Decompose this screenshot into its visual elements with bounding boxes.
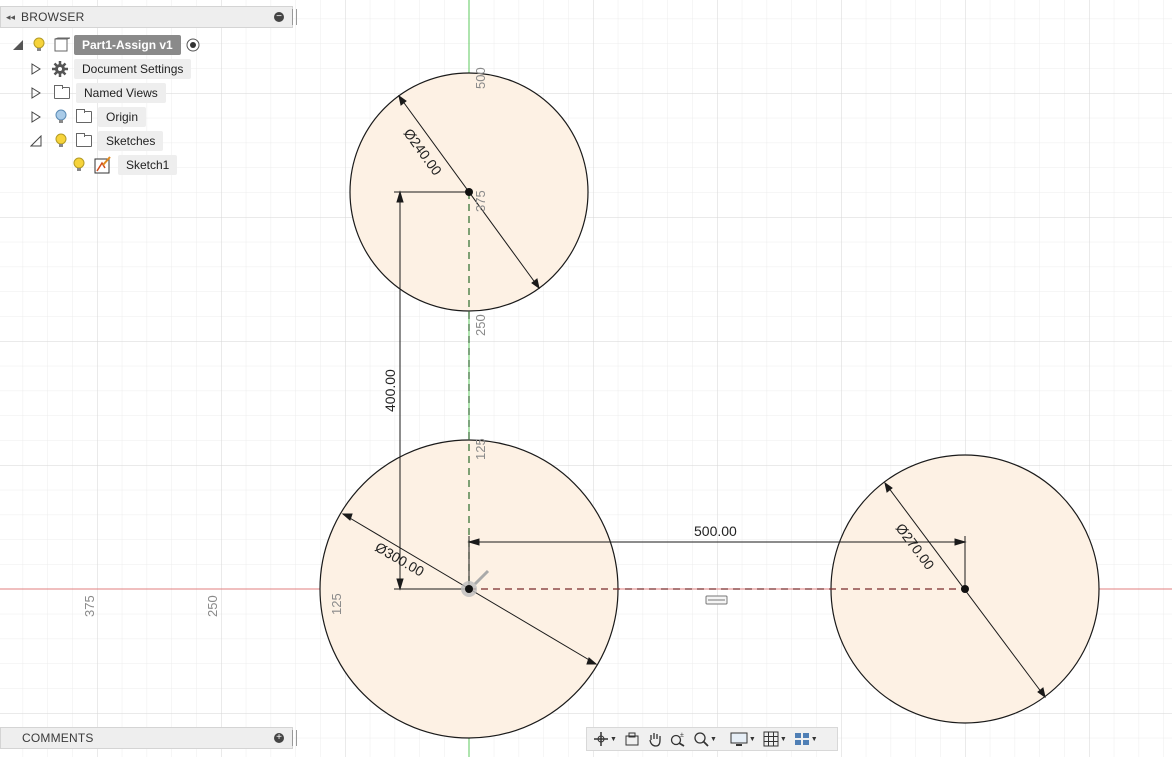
center-point-top[interactable] bbox=[465, 188, 473, 196]
axis-tick-label: 125 bbox=[329, 593, 344, 615]
collapse-browser-icon[interactable]: ◂◂ bbox=[6, 12, 15, 23]
gear-icon bbox=[52, 61, 68, 77]
dropdown-caret-icon[interactable]: ▼ bbox=[780, 736, 787, 743]
tree-item-sketches[interactable]: Sketches bbox=[30, 130, 164, 152]
comments-header: COMMENTS + bbox=[0, 727, 297, 749]
browser-title: BROWSER bbox=[21, 10, 85, 24]
pan-hand-icon bbox=[649, 733, 661, 747]
browser-panel: ◂◂ BROWSER − Part1-Assign v1 Document Se… bbox=[0, 6, 297, 180]
tree-item-named-views[interactable]: Named Views bbox=[30, 82, 166, 104]
folder-icon bbox=[76, 133, 92, 147]
tree-item-label[interactable]: Sketch1 bbox=[118, 155, 178, 175]
center-point-right[interactable] bbox=[961, 585, 969, 593]
dropdown-caret-icon[interactable]: ▼ bbox=[610, 736, 617, 743]
sketch-icon bbox=[94, 156, 111, 174]
dropdown-caret-icon[interactable]: ▼ bbox=[811, 736, 818, 743]
panel-grip-icon[interactable] bbox=[292, 9, 297, 25]
activate-radio-icon[interactable] bbox=[185, 37, 201, 53]
pan-button[interactable] bbox=[647, 731, 663, 747]
expand-triangle-icon[interactable] bbox=[30, 111, 42, 123]
tree-item-document-settings[interactable]: Document Settings bbox=[30, 58, 192, 80]
visibility-bulb-icon[interactable] bbox=[32, 37, 46, 53]
visibility-bulb-off-icon[interactable] bbox=[54, 109, 68, 125]
zoom-icon: ± bbox=[670, 732, 685, 747]
tree-item-origin[interactable]: Origin bbox=[30, 106, 147, 128]
tree-root[interactable]: Part1-Assign v1 bbox=[12, 34, 201, 56]
look-at-button[interactable] bbox=[624, 731, 640, 747]
expand-triangle-icon[interactable] bbox=[30, 87, 42, 99]
tree-item-label[interactable]: Sketches bbox=[98, 131, 164, 151]
zoom-button[interactable]: ± bbox=[670, 731, 686, 747]
expand-triangle-icon[interactable] bbox=[12, 39, 24, 51]
axis-tick-label: 500 bbox=[473, 67, 488, 89]
fit-button[interactable]: ▼ bbox=[693, 731, 717, 747]
dim-label-horizontal[interactable]: 500.00 bbox=[694, 523, 737, 539]
horizontal-constraint-icon[interactable] bbox=[705, 595, 728, 605]
axis-tick-label: 250 bbox=[205, 595, 220, 617]
tree-item-label[interactable]: Named Views bbox=[76, 83, 166, 103]
grid-settings-button[interactable]: ▼ bbox=[763, 731, 787, 747]
axis-tick-label: 250 bbox=[473, 314, 488, 336]
comments-title: COMMENTS bbox=[22, 731, 94, 745]
viewports-button[interactable]: ▼ bbox=[794, 731, 818, 747]
tree-item-label[interactable]: Document Settings bbox=[74, 59, 192, 79]
look-at-icon bbox=[625, 732, 639, 746]
browser-header: ◂◂ BROWSER − bbox=[0, 6, 297, 28]
component-icon bbox=[54, 37, 70, 52]
grid-settings-icon bbox=[763, 731, 779, 747]
add-comment-icon[interactable]: + bbox=[274, 733, 284, 743]
dim-label-vertical[interactable]: 400.00 bbox=[382, 369, 398, 412]
tree-item-label[interactable]: Origin bbox=[98, 107, 147, 127]
visibility-bulb-icon[interactable] bbox=[54, 133, 68, 149]
display-settings-button[interactable]: ▼ bbox=[730, 731, 756, 747]
axis-tick-label: 125 bbox=[473, 438, 488, 460]
display-settings-icon bbox=[730, 732, 748, 746]
panel-grip-icon[interactable] bbox=[292, 730, 297, 746]
folder-icon bbox=[76, 109, 92, 123]
tree-item-sketch1[interactable]: Sketch1 bbox=[72, 154, 178, 176]
dropdown-caret-icon[interactable]: ▼ bbox=[749, 736, 756, 743]
expand-triangle-icon[interactable] bbox=[30, 63, 42, 75]
expand-triangle-icon[interactable] bbox=[30, 135, 42, 147]
root-component-label[interactable]: Part1-Assign v1 bbox=[74, 35, 181, 55]
navigation-toolbar: ▼ ± ▼ ▼ ▼ ▼ bbox=[586, 727, 838, 751]
browser-options-icon[interactable]: − bbox=[274, 12, 284, 22]
viewports-icon bbox=[794, 733, 809, 745]
dropdown-caret-icon[interactable]: ▼ bbox=[710, 736, 717, 743]
visibility-bulb-icon[interactable] bbox=[72, 157, 86, 173]
orbit-icon bbox=[594, 732, 608, 746]
folder-icon bbox=[54, 85, 70, 99]
fit-zoom-icon bbox=[694, 732, 709, 747]
svg-text:±: ± bbox=[680, 732, 684, 739]
orbit-button[interactable]: ▼ bbox=[593, 731, 617, 747]
axis-tick-label: 375 bbox=[82, 595, 97, 617]
center-point-bottom-left[interactable] bbox=[465, 585, 473, 593]
comments-panel: COMMENTS + bbox=[0, 727, 297, 749]
axis-tick-label: 375 bbox=[473, 190, 488, 212]
